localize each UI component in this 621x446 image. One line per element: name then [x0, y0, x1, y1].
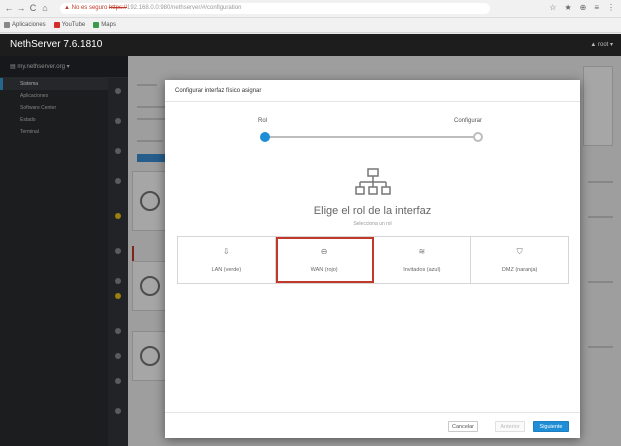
- url-path: 192.168.0.0:980/nethserver/#/configurati…: [126, 5, 242, 11]
- forward-arrow-icon[interactable]: →: [16, 3, 26, 13]
- role-subtitle: Selecciona un rol: [353, 221, 392, 227]
- url-protocol: https://: [108, 5, 127, 11]
- reload-icon[interactable]: C: [28, 3, 38, 13]
- security-warning: ▲ No es seguro: [64, 5, 108, 11]
- configure-interface-modal: Configurar interfaz físico asignar Rol C…: [165, 80, 580, 438]
- modal-title: Configurar interfaz físico asignar: [165, 80, 580, 102]
- step-dot-role: [260, 132, 270, 142]
- role-heading: Elige el rol de la interfaz: [313, 205, 432, 217]
- brand-title: NethServer 7.6.1810: [10, 39, 103, 50]
- browser-actions: ☆ ★ ⊕ ≡ ⋮: [549, 3, 615, 12]
- bookmark-star-icon[interactable]: ☆: [549, 3, 556, 12]
- step-label-role: Rol: [258, 118, 268, 124]
- lan-icon: ⇩: [223, 247, 230, 256]
- globe-icon: ⊖: [320, 247, 328, 256]
- cancel-button[interactable]: Cancelar: [448, 421, 478, 432]
- address-bar[interactable]: ▲ No es seguro https://192.168.0.0:980/n…: [60, 3, 490, 14]
- bookmark-youtube[interactable]: YouTube: [53, 22, 86, 28]
- step-label-configure: Configurar: [454, 118, 483, 124]
- step-dot-configure: [473, 132, 483, 142]
- role-card-wan[interactable]: ⊖ WAN (rojo): [275, 237, 374, 283]
- role-options: ⇩ LAN (verde) ⊖ WAN (rojo) ≋ Invitados (…: [177, 236, 569, 284]
- bookmarks-bar: Aplicaciones YouTube Maps: [0, 18, 621, 33]
- role-card-lan[interactable]: ⇩ LAN (verde): [178, 237, 276, 283]
- wifi-icon: ≋: [418, 247, 426, 256]
- role-label: WAN (rojo): [310, 267, 338, 273]
- bookmark-maps[interactable]: Maps: [93, 22, 116, 28]
- app-header: NethServer 7.6.1810 ▲ root ▾: [0, 34, 621, 56]
- role-label: LAN (verde): [211, 267, 242, 273]
- network-topology-icon: [355, 168, 391, 195]
- bookmark-label: YouTube: [61, 22, 86, 28]
- extension-icon[interactable]: ⊕: [580, 3, 587, 12]
- youtube-icon: [53, 22, 60, 28]
- previous-button[interactable]: Anterior: [495, 421, 525, 432]
- shield-icon: ⛉: [516, 247, 523, 256]
- bookmark-apps[interactable]: Aplicaciones: [4, 22, 46, 28]
- user-menu[interactable]: ▲ root ▾: [590, 41, 613, 48]
- back-arrow-icon[interactable]: ←: [4, 3, 14, 13]
- kebab-menu-icon[interactable]: ⋮: [607, 3, 615, 12]
- next-button[interactable]: Siguiente: [533, 421, 569, 432]
- role-label: DMZ (naranja): [501, 267, 538, 273]
- role-label: Invitados (azul): [403, 267, 441, 273]
- reading-list-icon[interactable]: ≡: [594, 3, 599, 12]
- bookmark-label: Maps: [101, 22, 116, 28]
- apps-grid-icon: [4, 22, 10, 28]
- wizard-progress-line: [265, 136, 478, 138]
- role-card-guests[interactable]: ≋ Invitados (azul): [373, 237, 472, 283]
- maps-pin-icon: [93, 22, 100, 28]
- favorite-icon[interactable]: ★: [564, 3, 571, 12]
- bookmark-label: Aplicaciones: [12, 22, 46, 28]
- browser-toolbar: ← → C ⌂ ▲ No es seguro https://192.168.0…: [0, 0, 621, 18]
- role-card-dmz[interactable]: ⛉ DMZ (naranja): [471, 237, 568, 283]
- modal-footer: Cancelar Anterior Siguiente: [165, 412, 580, 438]
- home-icon[interactable]: ⌂: [40, 3, 50, 13]
